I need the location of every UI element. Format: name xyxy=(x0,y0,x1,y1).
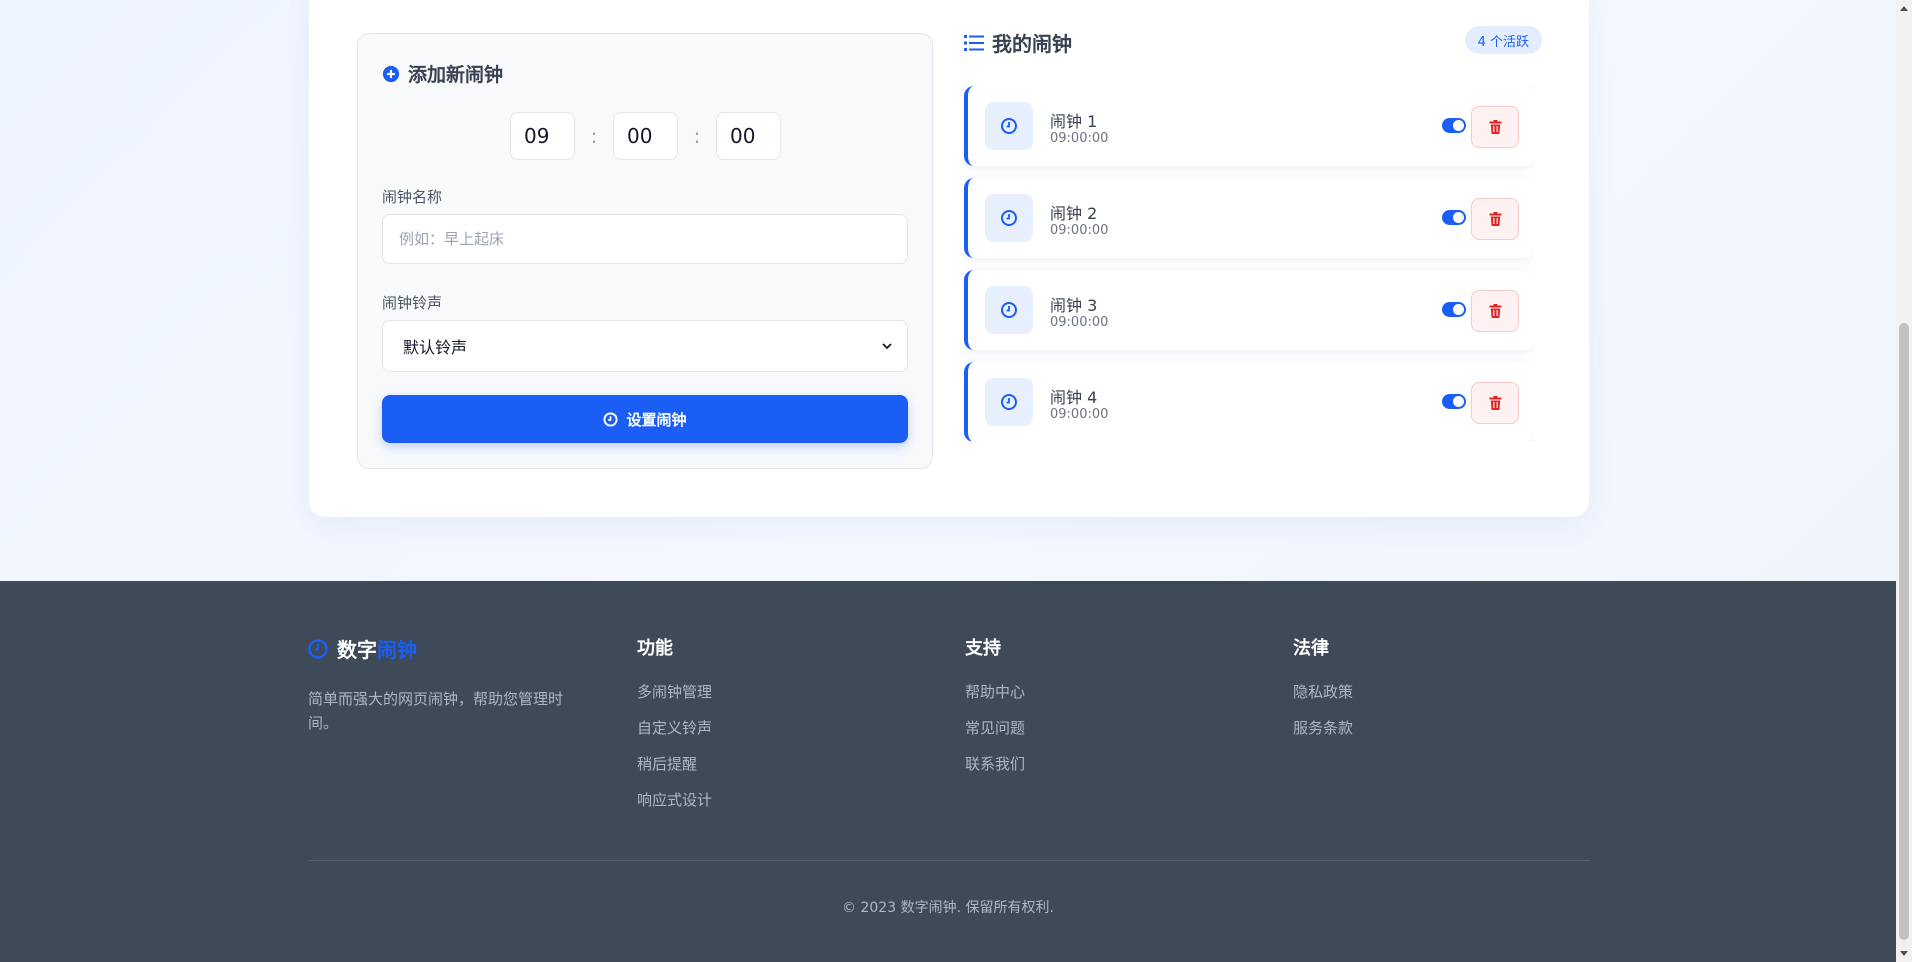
plus-circle-icon xyxy=(382,65,400,82)
footer-column-features: 功能 多闹钟管理 自定义铃声 稍后提醒 响应式设计 xyxy=(637,634,712,826)
set-alarm-button[interactable]: 设置闹钟 xyxy=(382,395,908,443)
footer-column-title: 支持 xyxy=(965,638,1001,659)
second-input[interactable]: 00 xyxy=(716,112,781,160)
alarm-item: 闹钟 3 09:00:00 xyxy=(964,270,1534,350)
footer-link[interactable]: 帮助中心 xyxy=(965,682,1025,718)
footer-link[interactable]: 多闹钟管理 xyxy=(637,682,712,718)
footer-link[interactable]: 自定义铃声 xyxy=(637,718,712,754)
time-separator: : xyxy=(693,124,701,148)
add-alarm-panel: 添加新闹钟 09 : 00 : 00 闹钟名称 闹钟铃声 默认铃声 xyxy=(357,33,933,469)
alarm-list-header: 我的闹钟 4 个活跃 xyxy=(964,26,1542,56)
alarm-sound-label: 闹钟铃声 xyxy=(382,294,443,312)
footer-divider xyxy=(308,860,1590,861)
alarm-sound-selected: 默认铃声 xyxy=(403,338,468,357)
active-count-badge: 4 个活跃 xyxy=(1464,26,1542,54)
alarm-icon-box xyxy=(985,286,1033,334)
footer-link[interactable]: 服务条款 xyxy=(1293,718,1353,754)
clock-icon xyxy=(603,411,619,427)
alarm-sound-select[interactable]: 默认铃声 xyxy=(382,320,908,372)
page-background: 添加新闹钟 09 : 00 : 00 闹钟名称 闹钟铃声 默认铃声 xyxy=(0,0,1896,581)
alarm-item: 闹钟 4 09:00:00 xyxy=(964,362,1534,441)
alarm-name: 闹钟 2 xyxy=(1050,204,1098,223)
alarm-time: 09:00:00 xyxy=(1050,407,1109,422)
alarm-time: 09:00:00 xyxy=(1050,315,1109,330)
delete-alarm-button[interactable] xyxy=(1471,290,1519,332)
trash-icon xyxy=(1489,120,1501,134)
footer-link[interactable]: 隐私政策 xyxy=(1293,682,1353,718)
alarm-name-input[interactable] xyxy=(382,214,908,264)
footer-column-title: 功能 xyxy=(637,638,673,659)
delete-alarm-button[interactable] xyxy=(1471,382,1519,424)
alarm-name: 闹钟 3 xyxy=(1050,296,1098,315)
clock-icon xyxy=(1001,118,1017,134)
add-alarm-title: 添加新闹钟 xyxy=(382,60,503,87)
main-card: 添加新闹钟 09 : 00 : 00 闹钟名称 闹钟铃声 默认铃声 xyxy=(309,0,1589,517)
delete-alarm-button[interactable] xyxy=(1471,198,1519,240)
toggle-knob xyxy=(1453,396,1464,407)
list-icon xyxy=(964,34,984,51)
footer-link[interactable]: 常见问题 xyxy=(965,718,1025,754)
trash-icon xyxy=(1489,304,1501,318)
clock-icon xyxy=(1001,394,1017,410)
alarm-list-title-text: 我的闹钟 xyxy=(992,32,1072,56)
footer: 数字 闹钟 简单而强大的网页闹钟，帮助您管理时间。 功能 多闹钟管理 自定义铃声 … xyxy=(0,581,1896,962)
footer-brand-main: 数字 xyxy=(337,638,377,662)
scroll-up-arrow-icon[interactable] xyxy=(1896,0,1912,16)
alarm-time: 09:00:00 xyxy=(1050,131,1109,146)
time-picker: 09 : 00 : 00 xyxy=(510,112,781,160)
time-separator: : xyxy=(590,124,598,148)
alarm-toggle[interactable] xyxy=(1442,394,1466,409)
copyright-text: © 2023 数字闹钟. 保留所有权利. xyxy=(842,900,1054,916)
chevron-down-icon xyxy=(882,343,892,350)
hour-input[interactable]: 09 xyxy=(510,112,575,160)
footer-brand-accent: 闹钟 xyxy=(377,638,417,662)
footer-column-support: 支持 帮助中心 常见问题 联系我们 xyxy=(965,634,1025,790)
minute-input[interactable]: 00 xyxy=(613,112,678,160)
set-alarm-button-label: 设置闹钟 xyxy=(626,410,687,429)
minute-value: 00 xyxy=(627,124,653,148)
hour-value: 09 xyxy=(524,124,550,148)
footer-link[interactable]: 响应式设计 xyxy=(637,790,712,826)
toggle-knob xyxy=(1453,304,1464,315)
alarm-name-label: 闹钟名称 xyxy=(382,188,443,206)
alarm-time: 09:00:00 xyxy=(1050,223,1109,238)
clock-icon xyxy=(1001,210,1017,226)
footer-description: 简单而强大的网页闹钟，帮助您管理时间。 xyxy=(308,690,564,732)
add-alarm-title-text: 添加新闹钟 xyxy=(408,64,504,86)
alarm-icon-box xyxy=(985,378,1033,426)
alarm-icon-box xyxy=(985,194,1033,242)
scrollbar-thumb[interactable] xyxy=(1899,323,1909,940)
toggle-knob xyxy=(1453,120,1464,131)
second-value: 00 xyxy=(730,124,756,148)
footer-brand[interactable]: 数字 闹钟 xyxy=(308,634,417,663)
toggle-knob xyxy=(1453,212,1464,223)
scroll-down-arrow-icon[interactable] xyxy=(1896,946,1912,962)
delete-alarm-button[interactable] xyxy=(1471,106,1519,148)
alarm-icon-box xyxy=(985,102,1033,150)
footer-link[interactable]: 稍后提醒 xyxy=(637,754,712,790)
alarm-item: 闹钟 1 09:00:00 xyxy=(964,86,1534,166)
alarm-name: 闹钟 4 xyxy=(1050,388,1098,407)
footer-column-title: 法律 xyxy=(1293,638,1329,659)
footer-column-legal: 法律 隐私政策 服务条款 xyxy=(1293,634,1353,754)
vertical-scrollbar[interactable] xyxy=(1896,0,1912,962)
alarm-toggle[interactable] xyxy=(1442,118,1466,133)
trash-icon xyxy=(1489,396,1501,410)
alarm-item: 闹钟 2 09:00:00 xyxy=(964,178,1534,258)
alarm-name: 闹钟 1 xyxy=(1050,112,1098,131)
alarm-list: 闹钟 1 09:00:00 闹钟 2 09:00:00 闹钟 3 09:00:0… xyxy=(964,86,1534,441)
footer-link[interactable]: 联系我们 xyxy=(965,754,1025,790)
alarm-list-title: 我的闹钟 xyxy=(964,28,1072,57)
alarm-toggle[interactable] xyxy=(1442,302,1466,317)
alarm-toggle[interactable] xyxy=(1442,210,1466,225)
clock-icon xyxy=(1001,302,1017,318)
trash-icon xyxy=(1489,212,1501,226)
clock-icon xyxy=(308,638,328,659)
